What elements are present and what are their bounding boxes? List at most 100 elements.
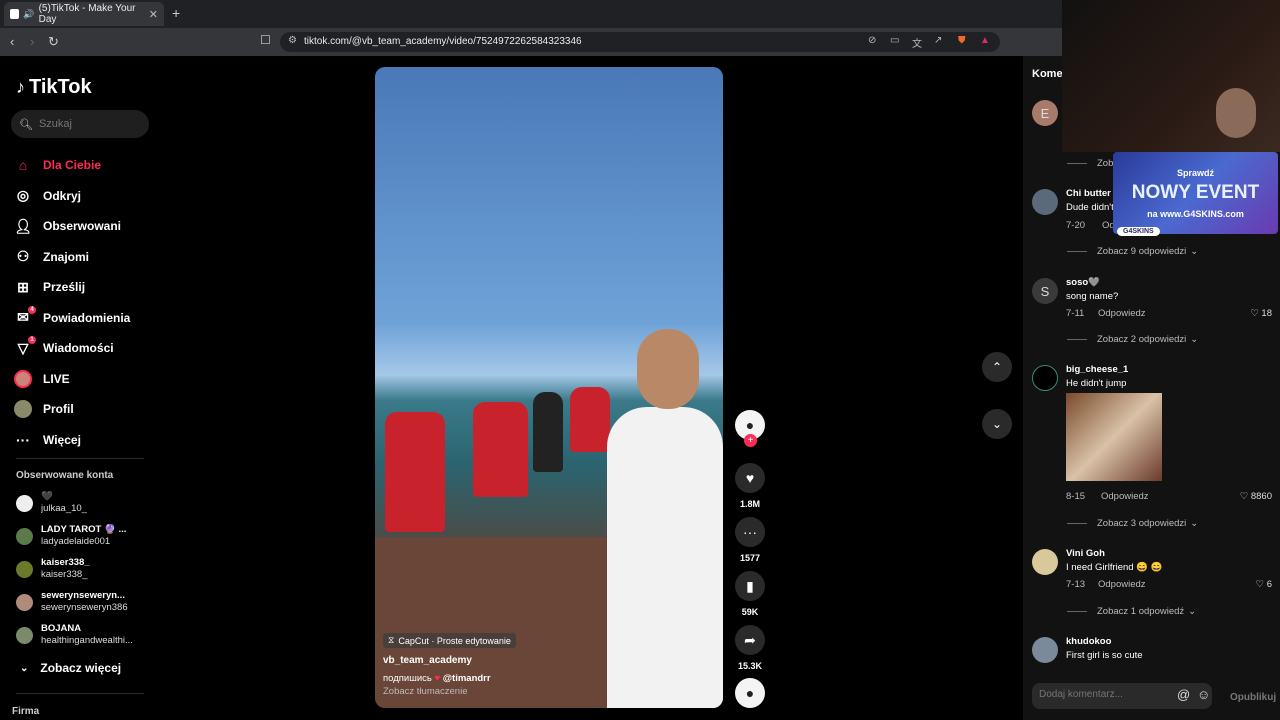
followed-account[interactable]: kaiser338_ kaiser338_ [16, 554, 156, 584]
message-badge: 1 [28, 336, 36, 344]
chevron-down-icon: ⌄ [1190, 246, 1199, 257]
tiktok-logo[interactable]: ♪ TikTok [16, 76, 92, 99]
search-box[interactable]: 🔍︎ [11, 110, 149, 138]
webcam-overlay [1062, 0, 1280, 152]
mute-icon[interactable]: ⊘ [868, 35, 876, 46]
author-avatar-button[interactable]: ● + [735, 410, 765, 447]
followed-account[interactable]: LADY TAROT 🔮 ... ladyadelaide001 [16, 521, 156, 551]
video-figure [637, 329, 699, 409]
heart-outline-icon: ♡ [1250, 308, 1259, 319]
see-replies-button[interactable]: Zobacz 3 odpowiedzi ⌄ [1067, 518, 1198, 529]
translate-icon[interactable]: 文 [912, 35, 922, 50]
chevron-up-icon[interactable]: ⌃ [982, 352, 1012, 382]
see-more-button[interactable]: ⌄ Zobacz więcej [20, 661, 121, 675]
search-icon: 🔍︎ [19, 118, 33, 131]
followed-account[interactable]: sewerynseweryn... sewerynseweryn386 [16, 587, 156, 617]
comment-input[interactable] [1039, 689, 1169, 700]
speaker-icon[interactable]: 🔊 [23, 9, 34, 20]
comment-input-box[interactable]: @ ☺ [1032, 683, 1212, 709]
follow-plus-icon[interactable]: + [744, 434, 757, 447]
mention-icon[interactable]: @ [1177, 687, 1190, 702]
nav-item-notifications[interactable]: ✉ 4 Powiadomienia [14, 303, 154, 334]
followed-account[interactable]: 🖤 julkaa_10_ [16, 488, 156, 518]
sound-disc-button[interactable]: ● [735, 678, 765, 708]
feed-nav: ⌃ ⌄ [982, 352, 1012, 466]
comment-button[interactable]: ··· 1577 [735, 517, 765, 563]
nav-item-friends[interactable]: ⚇ Znajomi [14, 242, 154, 273]
live-icon [14, 369, 32, 388]
heart-outline-icon: ♡ [1239, 491, 1249, 502]
avatar[interactable] [1032, 549, 1058, 575]
footer-company[interactable]: Firma [12, 706, 39, 717]
brand-logo: G4SKINS [1117, 227, 1160, 236]
chevron-down-icon: ⌄ [20, 662, 29, 674]
bookmark-icon[interactable]: ☐ [260, 33, 271, 47]
chevron-down-icon: ⌄ [1188, 606, 1197, 617]
emoji-icon[interactable]: ☺ [1197, 687, 1210, 702]
nav-item-messages[interactable]: ▽ 1 Wiadomości [14, 333, 154, 364]
nav-item-upload[interactable]: ⊞ Prześlij [14, 272, 154, 303]
avatar[interactable]: S [1032, 278, 1058, 304]
save-button[interactable]: ▮ 59K [735, 571, 765, 617]
new-tab-icon[interactable]: + [172, 5, 180, 21]
nav-item-more[interactable]: ··· Więcej [14, 425, 154, 456]
heart-emoji-icon: ♥ [434, 673, 443, 684]
like-button[interactable]: ♥ 1.8M [735, 463, 765, 509]
tab-title: (5)TikTok - Make Your Day [38, 3, 136, 25]
share-arrow-icon: ➦ [735, 625, 765, 655]
address-bar[interactable]: ⚙ tiktok.com/@vb_team_academy/video/7524… [280, 32, 1000, 52]
comment-gif[interactable] [1066, 393, 1162, 481]
browser-tab[interactable]: 🔊 (5)TikTok - Make Your Day ✕ [4, 2, 164, 26]
tiktok-note-icon: ♪ [16, 77, 25, 97]
friends-icon: ⚇ [16, 248, 30, 265]
avatar[interactable] [1032, 189, 1058, 215]
avatar[interactable]: E [1032, 100, 1058, 126]
avatar[interactable] [1032, 637, 1058, 663]
video-figure [473, 402, 528, 497]
see-replies-button[interactable]: Zobacz 9 odpowiedzi ⌄ [1067, 246, 1198, 257]
video-figure [570, 387, 610, 452]
nav-item-following[interactable]: 👤︎ Obserwowani [14, 211, 154, 242]
webcam-face [1216, 88, 1256, 138]
video-author[interactable]: vb_team_academy [383, 655, 472, 666]
see-replies-button[interactable]: Zobacz 1 odpowiedź ⌄ [1067, 606, 1196, 617]
followed-account[interactable]: BOJANA healthingandwealthi... [16, 620, 156, 650]
avatar [16, 626, 33, 644]
nav-item-for-you[interactable]: ⌂ Dla Ciebie [14, 150, 154, 181]
avatar[interactable] [1032, 365, 1058, 391]
site-info-icon[interactable]: ⚙ [288, 35, 297, 46]
search-input[interactable] [38, 118, 139, 130]
close-tab-icon[interactable]: ✕ [149, 8, 158, 21]
chevron-down-icon[interactable]: ⌄ [982, 409, 1012, 439]
heart-outline-icon: ♡ [1255, 579, 1265, 590]
like-count[interactable]: ♡ 18 [1250, 308, 1272, 319]
forward-icon[interactable]: › [30, 34, 34, 49]
see-replies-button[interactable]: Zobacz 2 odpowiedzi ⌄ [1067, 334, 1198, 345]
heart-icon: ♥ [735, 463, 765, 493]
avatar [16, 560, 33, 578]
brave-shield-icon[interactable]: ⛊ [958, 35, 966, 46]
capcut-icon: ⧖ [388, 635, 395, 645]
share-button[interactable]: ➦ 15.3K [735, 625, 765, 671]
bookmark-icon: ▮ [735, 571, 765, 601]
nav-item-live[interactable]: LIVE [14, 364, 154, 395]
tiktok-favicon-icon [10, 9, 20, 19]
cast-icon[interactable]: ▭ [890, 35, 899, 46]
notification-badge: 4 [28, 305, 36, 314]
rewards-icon[interactable]: ▲ [980, 35, 990, 46]
back-icon[interactable]: ‹ [10, 34, 14, 49]
nav-item-profile[interactable]: Profil [14, 394, 154, 425]
nav-item-explore[interactable]: ◎ Odkryj [14, 181, 154, 212]
like-count[interactable]: ♡ 8860 [1240, 491, 1272, 502]
avatar [16, 527, 33, 545]
capcut-tag[interactable]: ⧖ CapCut · Proste edytowanie [383, 633, 516, 648]
mention-link[interactable]: @timandrr [443, 673, 491, 684]
share-icon[interactable]: ↗ [934, 35, 942, 46]
video-player[interactable]: ⧖ CapCut · Proste edytowanie vb_team_aca… [375, 67, 723, 708]
divider [16, 693, 144, 694]
publish-button[interactable]: Opublikuj [1230, 692, 1276, 703]
like-count[interactable]: ♡ 6 [1256, 579, 1272, 590]
see-translation-link[interactable]: Zobacz tłumaczenie [383, 686, 467, 697]
video-figure [607, 407, 723, 708]
reload-icon[interactable]: ↻ [48, 34, 59, 50]
